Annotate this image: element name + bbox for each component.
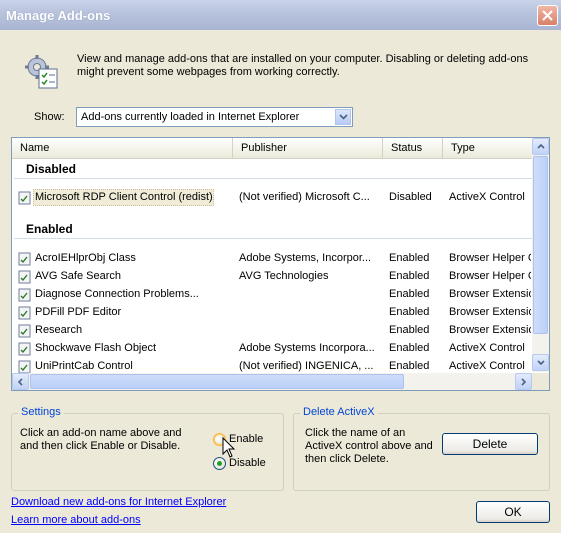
addon-icon xyxy=(18,252,31,266)
addon-icon xyxy=(18,270,31,284)
addon-publisher: (Not verified) Microsoft C... xyxy=(239,191,370,203)
addon-status: Enabled xyxy=(389,342,430,354)
list-item[interactable]: AcroIEHlprObj Class Adobe Systems, Incorp… xyxy=(12,250,532,268)
column-header-name[interactable]: Name xyxy=(12,138,233,158)
addon-type: Browser Extensio xyxy=(449,306,531,318)
scroll-up-button[interactable] xyxy=(532,138,549,155)
addon-type: Browser Extensio xyxy=(449,324,531,336)
addon-type: ActiveX Control xyxy=(449,191,525,203)
addon-icon xyxy=(18,306,31,320)
addon-status: Enabled xyxy=(389,270,430,282)
horizontal-scroll-thumb[interactable] xyxy=(30,374,404,389)
column-header-publisher[interactable]: Publisher xyxy=(233,138,383,158)
list-item[interactable]: Shockwave Flash Object Adobe Systems Inco… xyxy=(12,340,532,358)
group-label-disabled: Disabled xyxy=(26,162,77,176)
list-item[interactable]: Diagnose Connection Problems... Enabled Br… xyxy=(12,286,532,304)
vertical-scrollbar[interactable] xyxy=(532,138,549,372)
addon-publisher: Adobe Systems Incorpora... xyxy=(239,342,375,354)
addon-status: Enabled xyxy=(389,306,430,318)
chevron-right-icon xyxy=(521,377,526,386)
addon-publisher: (Not verified) INGENICA, ... xyxy=(239,360,374,372)
delete-activex-legend: Delete ActiveX xyxy=(300,406,378,418)
addon-name: AcroIEHlprObj Class xyxy=(35,252,136,264)
chevron-down-icon xyxy=(536,360,545,365)
addon-name: PDFill PDF Editor xyxy=(35,306,122,318)
delete-activex-groupbox: Delete ActiveX Click the name of an Acti… xyxy=(293,406,550,491)
addon-name: Diagnose Connection Problems... xyxy=(35,288,199,300)
addon-status: Disabled xyxy=(389,191,432,203)
addon-name: Research xyxy=(35,324,83,336)
vertical-scroll-thumb[interactable] xyxy=(533,156,548,334)
addon-type: Browser Extensio xyxy=(449,288,531,300)
column-header-type[interactable]: Type xyxy=(443,138,532,158)
close-icon xyxy=(542,10,553,21)
group-divider xyxy=(14,178,532,179)
addon-icon xyxy=(18,360,31,374)
chevron-left-icon xyxy=(18,377,23,386)
scroll-down-button[interactable] xyxy=(532,354,549,371)
horizontal-scrollbar[interactable] xyxy=(12,373,532,390)
dropdown-arrow-button[interactable] xyxy=(335,109,351,125)
window-title: Manage Add-ons xyxy=(6,8,111,23)
scroll-right-button[interactable] xyxy=(515,373,532,390)
scrollbar-corner xyxy=(532,373,549,390)
list-item[interactable]: Microsoft RDP Client Control (redist) (N… xyxy=(12,189,532,207)
list-item[interactable]: PDFill PDF Editor Enabled Browser Extensio xyxy=(12,304,532,322)
close-button[interactable] xyxy=(537,5,558,26)
group-divider xyxy=(14,238,532,239)
delete-button[interactable]: Delete xyxy=(442,433,538,455)
scroll-left-button[interactable] xyxy=(12,373,29,390)
addon-type: ActiveX Control xyxy=(449,342,525,354)
addon-status: Enabled xyxy=(389,360,430,372)
addon-status: Enabled xyxy=(389,252,430,264)
settings-legend: Settings xyxy=(18,406,64,418)
column-header: Name Publisher Status Type xyxy=(12,138,532,159)
show-label: Show: xyxy=(34,111,65,123)
delete-activex-instructions: Click the name of an ActiveX control abo… xyxy=(305,427,433,465)
mouse-cursor-icon xyxy=(222,437,236,458)
chevron-down-icon xyxy=(338,114,348,120)
group-label-enabled: Enabled xyxy=(26,222,73,236)
list-item[interactable]: Research Enabled Browser Extensio xyxy=(12,322,532,340)
show-dropdown[interactable]: Add-ons currently loaded in Internet Exp… xyxy=(76,107,353,127)
settings-instructions: Click an add-on name above and and then … xyxy=(20,427,182,452)
ok-button[interactable]: OK xyxy=(476,501,550,523)
title-bar[interactable]: Manage Add-ons xyxy=(0,0,561,30)
addon-status: Enabled xyxy=(389,288,430,300)
addon-type: Browser Helper C xyxy=(449,270,531,282)
addon-name: UniPrintCab Control xyxy=(35,360,133,372)
settings-groupbox: Settings Click an add-on name above and … xyxy=(11,406,284,491)
addon-type: Browser Helper C xyxy=(449,252,531,264)
addon-icon xyxy=(18,191,31,205)
addon-icon xyxy=(18,288,31,302)
addons-list[interactable]: Name Publisher Status Type Disabled Micr… xyxy=(11,137,550,391)
addon-icon xyxy=(18,324,31,338)
addon-publisher: AVG Technologies xyxy=(239,270,329,282)
addons-gear-icon xyxy=(25,55,58,89)
download-addons-link[interactable]: Download new add-ons for Internet Explor… xyxy=(11,496,226,508)
learn-more-link[interactable]: Learn more about add-ons xyxy=(11,514,141,526)
header-description: View and manage add-ons that are install… xyxy=(77,53,529,78)
addon-status: Enabled xyxy=(389,324,430,336)
chevron-up-icon xyxy=(536,144,545,149)
addon-type: ActiveX Control xyxy=(449,360,525,372)
column-header-status[interactable]: Status xyxy=(383,138,443,158)
show-dropdown-value: Add-ons currently loaded in Internet Exp… xyxy=(81,111,300,123)
addon-name: AVG Safe Search xyxy=(35,270,122,282)
addon-name: Shockwave Flash Object xyxy=(35,342,157,354)
manage-addons-dialog: Manage Add-ons View and manage add-ons t… xyxy=(0,0,561,533)
addon-name: Microsoft RDP Client Control (redist) xyxy=(35,191,213,203)
addon-publisher: Adobe Systems, Incorpor... xyxy=(239,252,372,264)
addon-icon xyxy=(18,342,31,356)
list-item[interactable]: AVG Safe Search AVG Technologies Enabled Br… xyxy=(12,268,532,286)
